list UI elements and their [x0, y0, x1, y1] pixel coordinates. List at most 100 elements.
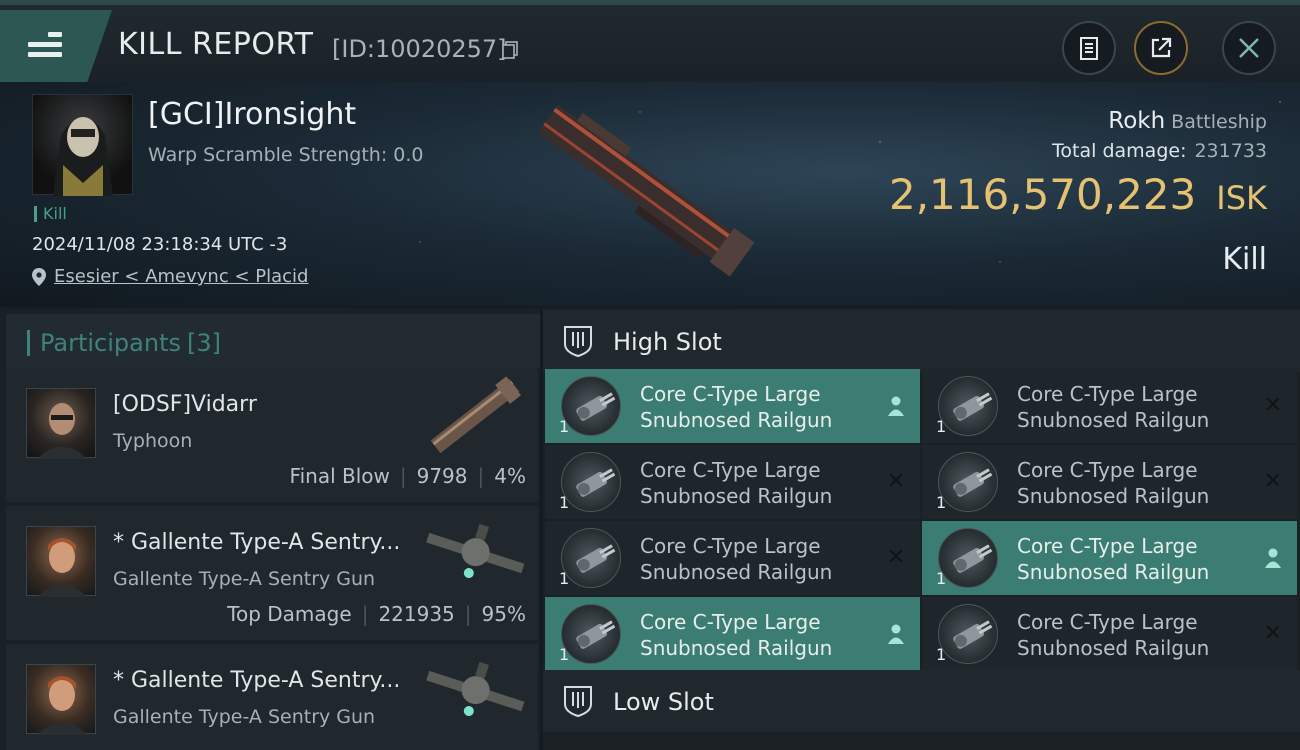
- railgun-icon: [561, 604, 621, 664]
- module-quantity: 1: [559, 645, 570, 664]
- participant-name[interactable]: * Gallente Type-A Sentry...: [113, 530, 400, 555]
- module-item[interactable]: 1 Core C-Type Large Snubnosed Railgun ✕: [922, 369, 1297, 443]
- clipboard-icon: [1080, 37, 1098, 60]
- pilot-portrait-icon: [37, 538, 87, 597]
- module-name-line1: Core C-Type Large: [1017, 610, 1198, 634]
- participant-avatar[interactable]: [26, 526, 96, 597]
- participant-ship: Gallente Type-A Sentry Gun: [113, 568, 376, 590]
- participants-title: Participants: [40, 329, 181, 357]
- destroyed-x-icon: ✕: [1263, 621, 1283, 646]
- module-item[interactable]: 1 Core C-Type Large Snubnosed Railgun ✕: [922, 597, 1297, 671]
- isk-unit: ISK: [1216, 179, 1267, 217]
- module-item[interactable]: 1 Core C-Type Large Snubnosed Railgun: [922, 521, 1297, 595]
- clipboard-button[interactable]: [1062, 21, 1116, 75]
- participants-count: [3]: [186, 329, 221, 357]
- participant-avatar[interactable]: [26, 388, 96, 459]
- isk-value: 2,116,570,223 ISK: [889, 170, 1267, 219]
- participant-ship: Gallente Type-A Sentry Gun: [113, 706, 376, 728]
- fitting-panel: High Slot 1 Core C-Type Large Snubnosed Ra…: [543, 308, 1300, 750]
- victim-ship-type[interactable]: Rokh Battleship: [1108, 108, 1267, 134]
- module-name-line1: Core C-Type Large: [1017, 382, 1198, 406]
- participant-row[interactable]: * Gallente Type-A Sentry... Gallente Typ…: [6, 506, 538, 640]
- module-name: Core C-Type Large Snubnosed Railgun: [1017, 533, 1257, 585]
- low-slot-icon: [564, 686, 592, 718]
- railgun-icon: [938, 376, 998, 436]
- pilot-portrait-icon: [37, 676, 87, 735]
- participant-row[interactable]: * Gallente Type-A Sentry... Gallente Typ…: [6, 644, 538, 750]
- isk-amount: 2,116,570,223: [888, 170, 1197, 219]
- participant-avatar[interactable]: [26, 664, 96, 735]
- railgun-icon: [938, 528, 998, 588]
- module-name-line1: Core C-Type Large: [640, 610, 821, 634]
- module-quantity: 1: [936, 493, 947, 512]
- participant-row[interactable]: [ODSF]Vidarr Typhoon Final Blow | 9798 | 4…: [6, 368, 538, 502]
- total-damage-label: Total damage:: [1052, 140, 1187, 162]
- module-name: Core C-Type Large Snubnosed Railgun: [640, 609, 880, 661]
- warp-scramble-strength: Warp Scramble Strength: 0.0: [148, 144, 424, 166]
- module-quantity: 1: [559, 569, 570, 588]
- module-name-line2: Snubnosed Railgun: [640, 484, 833, 508]
- module-name: Core C-Type Large Snubnosed Railgun: [1017, 457, 1257, 509]
- damage-value: 221935: [378, 602, 455, 626]
- victim-banner: [GCI]Ironsight Warp Scramble Strength: 0…: [0, 82, 1300, 306]
- module-quantity: 1: [936, 645, 947, 664]
- participant-ship-image: [426, 661, 525, 717]
- report-id: [ID:10020257]: [332, 35, 507, 63]
- participant-name[interactable]: * Gallente Type-A Sentry...: [113, 668, 400, 693]
- participants-header: Participants [3]: [6, 314, 540, 368]
- ship-name: Rokh: [1108, 108, 1166, 134]
- low-slot-label: Low Slot: [613, 688, 714, 716]
- module-item[interactable]: 1 Core C-Type Large Snubnosed Railgun ✕: [545, 445, 920, 519]
- kill-location[interactable]: Esesier < Amevync < Placid: [32, 266, 308, 287]
- location-link[interactable]: Esesier < Amevync < Placid: [54, 266, 308, 287]
- close-icon: [1239, 38, 1259, 58]
- participant-stats: Top Damage | 221935 | 95%: [227, 602, 526, 626]
- page-title: KILL REPORT: [118, 27, 314, 62]
- destroyed-x-icon: ✕: [886, 469, 906, 494]
- participant-stats: Final Blow | 9798 | 4%: [289, 464, 526, 488]
- low-slot-header: Low Slot: [543, 670, 1300, 732]
- module-name-line1: Core C-Type Large: [640, 534, 821, 558]
- module-quantity: 1: [559, 417, 570, 436]
- participant-name[interactable]: [ODSF]Vidarr: [113, 392, 257, 417]
- victim-name[interactable]: [GCI]Ironsight: [148, 97, 356, 132]
- module-quantity: 1: [559, 493, 570, 512]
- module-name: Core C-Type Large Snubnosed Railgun: [640, 533, 880, 585]
- ship-class: Battleship: [1171, 111, 1267, 133]
- stat-label: Final Blow: [289, 464, 390, 488]
- share-button[interactable]: [1134, 21, 1188, 75]
- kill-tag: Kill: [34, 206, 67, 222]
- module-quantity: 1: [936, 569, 947, 588]
- menu-button[interactable]: [0, 10, 112, 82]
- module-name-line1: Core C-Type Large: [640, 382, 821, 406]
- module-item[interactable]: 1 Core C-Type Large Snubnosed Railgun ✕: [922, 445, 1297, 519]
- module-item[interactable]: 1 Core C-Type Large Snubnosed Railgun: [545, 597, 920, 671]
- module-name-line2: Snubnosed Railgun: [640, 560, 833, 584]
- module-name-line2: Snubnosed Railgun: [640, 636, 833, 660]
- dropped-person-icon: [1265, 548, 1281, 568]
- pilot-portrait-icon: [37, 403, 87, 459]
- module-name-line2: Snubnosed Railgun: [640, 408, 833, 432]
- total-damage-value: 231733: [1194, 140, 1267, 162]
- high-slot-icon: [564, 326, 592, 358]
- module-name: Core C-Type Large Snubnosed Railgun: [640, 381, 880, 433]
- participant-ship: Typhoon: [113, 430, 193, 452]
- victim-avatar[interactable]: [32, 94, 133, 196]
- copy-icon[interactable]: [502, 41, 518, 59]
- module-quantity: 1: [936, 417, 947, 436]
- module-name-line2: Snubnosed Railgun: [1017, 636, 1210, 660]
- module-name-line2: Snubnosed Railgun: [1017, 560, 1210, 584]
- dropped-person-icon: [888, 396, 904, 416]
- destroyed-x-icon: ✕: [1263, 393, 1283, 418]
- railgun-icon: [561, 528, 621, 588]
- share-icon: [1151, 37, 1172, 58]
- participants-panel: Participants [3] [ODSF]Vidarr Typhoon Fin…: [0, 308, 540, 750]
- total-damage: Total damage: 231733: [1052, 140, 1267, 162]
- railgun-icon: [938, 452, 998, 512]
- destroyed-x-icon: ✕: [886, 545, 906, 570]
- module-item[interactable]: 1 Core C-Type Large Snubnosed Railgun: [545, 369, 920, 443]
- close-button[interactable]: [1222, 21, 1276, 75]
- module-name-line1: Core C-Type Large: [1017, 534, 1198, 558]
- module-item[interactable]: 1 Core C-Type Large Snubnosed Railgun ✕: [545, 521, 920, 595]
- stat-label: Top Damage: [227, 602, 352, 626]
